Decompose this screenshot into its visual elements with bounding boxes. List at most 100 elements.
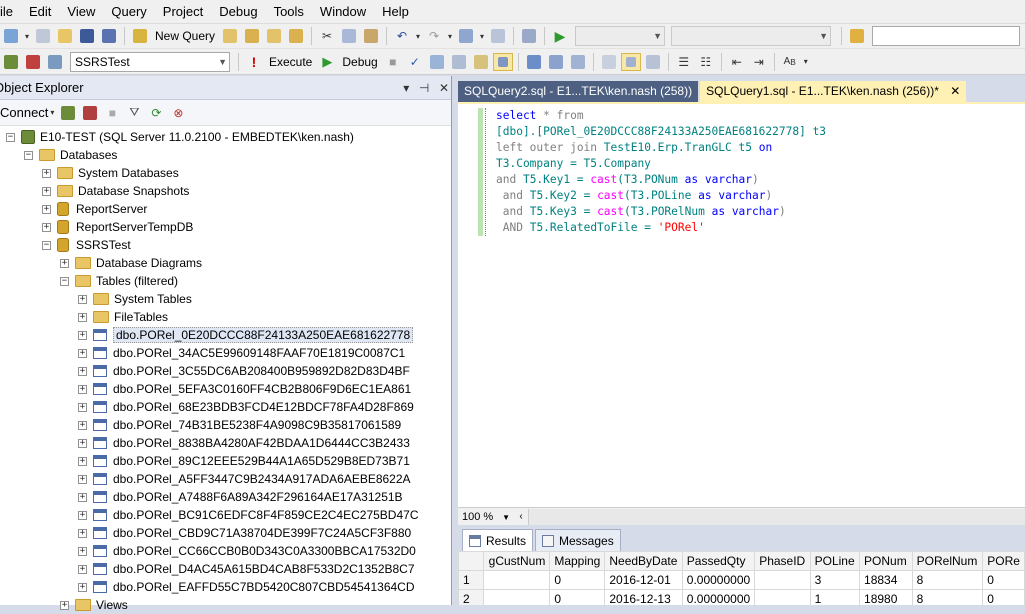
tree-node-table[interactable]: + dbo.PORel_3C55DC6AB208400B959892D82D83D… xyxy=(78,362,410,380)
paste-icon[interactable] xyxy=(361,27,381,45)
row-number-header[interactable] xyxy=(458,551,484,571)
row-number[interactable]: 2 xyxy=(458,589,484,605)
expand-icon[interactable]: + xyxy=(78,330,87,340)
expand-icon[interactable]: + xyxy=(78,546,87,556)
expand-icon[interactable]: + xyxy=(78,294,87,304)
tree-node-table[interactable]: + dbo.PORel_8838BA4280AF42BDAA1D6444CC3B2… xyxy=(78,434,410,452)
table-cell[interactable]: 18980 xyxy=(859,589,913,605)
new-query-icon[interactable] xyxy=(130,27,150,45)
tab-sqlquery2[interactable]: SQLQuery2.sql - E1...TEK\ken.nash (258)) xyxy=(458,81,699,102)
activity-icon[interactable]: ⊗ xyxy=(168,104,188,122)
pin-icon[interactable]: ⊣ xyxy=(419,81,429,95)
menu-debug[interactable]: Debug xyxy=(211,0,265,24)
table-cell[interactable]: 0 xyxy=(549,570,606,590)
tab-results[interactable]: Results xyxy=(462,529,534,551)
activity-monitor-icon[interactable] xyxy=(519,27,539,45)
stop-icon[interactable]: ■ xyxy=(102,104,122,122)
tree-node-table[interactable]: + dbo.PORel_EAFFD55C7BD5420C807CBD5454136… xyxy=(78,578,415,596)
tree-node-ssrstest[interactable]: − SSRSTest xyxy=(42,236,131,254)
save-icon[interactable] xyxy=(77,27,97,45)
results-to-text-icon[interactable] xyxy=(599,53,619,71)
tree-node-database-snapshots[interactable]: + Database Snapshots xyxy=(42,182,189,200)
db-engine-query-icon[interactable] xyxy=(220,27,240,45)
table-cell[interactable]: 0.00000000 xyxy=(681,589,756,605)
intellisense-icon[interactable] xyxy=(492,52,513,71)
specify-values-icon[interactable]: AB xyxy=(780,53,800,71)
display-plan-icon[interactable] xyxy=(427,53,447,71)
comment-icon[interactable]: ☰ xyxy=(674,53,694,71)
collapse-icon[interactable]: − xyxy=(42,240,51,250)
expand-icon[interactable]: + xyxy=(78,474,87,484)
zoom-dropdown[interactable]: 100 % ▼ xyxy=(458,511,514,523)
table-cell[interactable]: 0 xyxy=(549,589,606,605)
expand-icon[interactable]: + xyxy=(78,528,87,538)
close-icon[interactable]: ✕ xyxy=(439,81,449,95)
results-to-grid-icon[interactable] xyxy=(620,52,641,71)
expand-icon[interactable]: + xyxy=(42,168,51,178)
dropdown-arrow-icon[interactable]: ▾ xyxy=(48,104,56,122)
table-cell[interactable]: 0 xyxy=(982,589,1025,605)
disconnect-db-icon[interactable] xyxy=(80,104,100,122)
horizontal-scrollbar[interactable] xyxy=(528,508,1025,525)
cancel-query-icon[interactable]: ■ xyxy=(383,53,403,71)
execute-button[interactable]: Execute xyxy=(269,55,312,69)
start-icon[interactable]: ▶ xyxy=(550,27,570,45)
menu-project[interactable]: Project xyxy=(155,0,211,24)
tree-node-table[interactable]: + dbo.PORel_A5FF3447C9B2434A917ADA6AEBE86… xyxy=(78,470,411,488)
dropdown-arrow-icon[interactable]: ▾ xyxy=(802,53,810,71)
table-cell[interactable]: 8 xyxy=(911,570,984,590)
tree-node-reportservertempdb[interactable]: + ReportServerTempDB xyxy=(42,218,193,236)
column-header[interactable]: POLine xyxy=(809,551,861,571)
expand-icon[interactable]: + xyxy=(78,348,87,358)
refresh-icon[interactable]: ⟳ xyxy=(146,104,166,122)
new-project-icon[interactable] xyxy=(1,27,21,45)
disconnect-icon[interactable] xyxy=(23,53,43,71)
tree-node-table[interactable]: + dbo.PORel_A7488F6A89A342F296164AE17A312… xyxy=(78,488,403,506)
cut-icon[interactable]: ✂ xyxy=(317,27,337,45)
analysis-xmla-icon[interactable] xyxy=(286,27,306,45)
tab-sqlquery1[interactable]: SQLQuery1.sql - E1...TEK\ken.nash (256))… xyxy=(700,81,967,102)
parse-icon[interactable]: ✓ xyxy=(405,53,425,71)
row-number[interactable]: 1 xyxy=(458,570,484,590)
query-designer-icon[interactable] xyxy=(449,53,469,71)
analysis-dmx-icon[interactable] xyxy=(264,27,284,45)
tree-node-filetables[interactable]: + FileTables xyxy=(78,308,168,326)
expand-icon[interactable]: + xyxy=(78,402,87,412)
table-cell[interactable] xyxy=(754,589,811,605)
table-row[interactable]: 2 0 2016-12-13 0.00000000 1 18980 8 0 xyxy=(458,589,1025,605)
expand-icon[interactable]: + xyxy=(78,564,87,574)
menu-window[interactable]: Window xyxy=(312,0,374,24)
tree-node-system-databases[interactable]: + System Databases xyxy=(42,164,179,182)
include-plan-icon[interactable] xyxy=(524,53,544,71)
tree-node-system-tables[interactable]: + System Tables xyxy=(78,290,192,308)
expand-icon[interactable]: + xyxy=(78,456,87,466)
menu-file[interactable]: ile xyxy=(0,0,21,24)
tree-node-table[interactable]: + dbo.PORel_68E23BDB3FCD4E12BDCF78FA4D28F… xyxy=(78,398,414,416)
tree-node-databases[interactable]: − Databases xyxy=(24,146,117,164)
navigate-icon[interactable] xyxy=(456,27,476,45)
tree-node-table[interactable]: + dbo.PORel_5EFA3C0160FF4CB2B806F9D6EC1EA… xyxy=(78,380,411,398)
analysis-mdx-icon[interactable] xyxy=(242,27,262,45)
dropdown-arrow-icon[interactable]: ▾ xyxy=(478,27,486,45)
undo-icon[interactable]: ↶ xyxy=(392,27,412,45)
save-all-icon[interactable] xyxy=(99,27,119,45)
expand-icon[interactable]: + xyxy=(42,186,51,196)
tree-node-table[interactable]: + dbo.PORel_CC66CCB0B0D343C0A3300BBCA1753… xyxy=(78,542,416,560)
table-cell[interactable]: 8 xyxy=(911,589,984,605)
new-query-button[interactable]: New Query xyxy=(155,29,215,43)
table-cell[interactable]: 0 xyxy=(982,570,1025,590)
scroll-left-icon[interactable]: ‹ xyxy=(514,511,528,522)
menu-help[interactable]: Help xyxy=(374,0,417,24)
tab-messages[interactable]: Messages xyxy=(535,529,621,551)
expand-icon[interactable]: + xyxy=(78,492,87,502)
open-file-icon[interactable] xyxy=(55,27,75,45)
expand-icon[interactable]: + xyxy=(42,222,51,232)
expand-icon[interactable]: + xyxy=(78,510,87,520)
column-header[interactable]: Mapping xyxy=(549,551,606,571)
solution-platform-dropdown[interactable]: ▼ xyxy=(671,26,832,46)
tree-node-table[interactable]: + dbo.PORel_D4AC45A615BD4CAB8F533D2C1352B… xyxy=(78,560,415,578)
expand-icon[interactable]: + xyxy=(60,600,69,610)
execute-icon[interactable]: ! xyxy=(244,53,264,71)
close-tab-icon[interactable]: ✕ xyxy=(950,84,960,98)
collapse-icon[interactable]: − xyxy=(60,276,69,286)
